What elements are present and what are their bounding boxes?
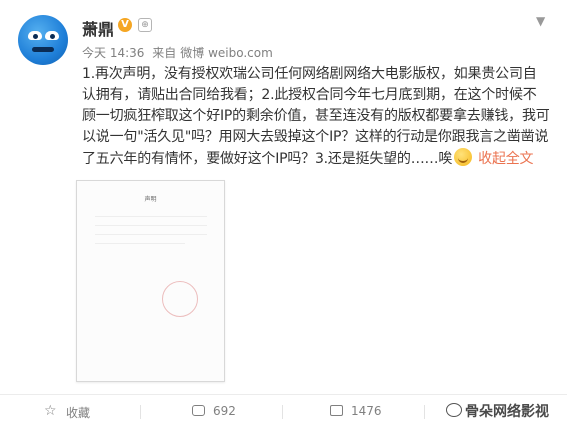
document-seal [162,281,198,317]
repost-count: 692 [213,404,236,418]
avatar-eye-left [28,31,42,40]
user-avatar[interactable] [18,15,68,65]
user-name[interactable]: 萧鼎 [82,16,114,40]
favorite-button[interactable]: 收藏 [44,403,91,421]
comment-icon [330,405,343,416]
watermark: 骨朵网络影视 [446,401,549,421]
toolbar-divider [140,405,141,419]
watermark-text: 骨朵网络影视 [465,404,549,420]
post-source[interactable]: 微博 weibo.com [180,46,273,60]
toolbar-divider [424,405,425,419]
smile-emoji-icon [454,148,473,166]
source-prefix: 来自 [152,46,177,60]
post-text-container: 1.再次声明，没有授权欢瑞公司任何网络剧网络大电影版权，如果贵公司自认拥有，请贴… [82,64,550,170]
collapse-button[interactable]: 收起全文 [478,151,533,167]
avatar-mouth [32,47,54,52]
comment-button[interactable]: 1476 [330,404,382,418]
star-icon [44,403,58,419]
repost-button[interactable]: 692 [192,404,236,418]
post-time[interactable]: 今天 14:36 [82,46,144,60]
attached-document-image[interactable]: 声明 [76,180,225,382]
chevron-down-icon[interactable]: ▼ [536,14,545,28]
wechat-icon [446,403,462,417]
post-meta: 今天 14:36 来自 微博 weibo.com [82,44,277,61]
verified-badge-icon: V [118,18,132,32]
repost-icon [192,405,205,416]
toolbar-divider [282,405,283,419]
document-title: 声明 [144,196,157,203]
avatar-eye-right [45,31,59,40]
comment-count: 1476 [351,404,382,418]
favorite-label: 收藏 [66,406,91,420]
level-badge-icon: ⊕ [138,18,152,32]
document-body-lines [95,209,207,244]
